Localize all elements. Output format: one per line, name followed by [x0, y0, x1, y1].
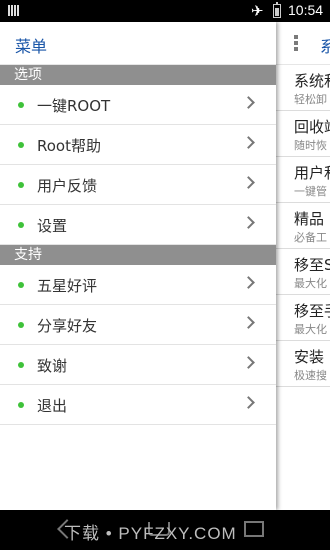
- chevron-right-icon: [242, 316, 255, 329]
- bullet-icon: [18, 282, 24, 288]
- menu-item-exit[interactable]: 退出: [0, 385, 276, 425]
- menu-item-rate[interactable]: 五星好评: [0, 265, 276, 305]
- panel-item-title: 精品: [294, 210, 325, 228]
- menu-item-settings[interactable]: 设置: [0, 205, 276, 245]
- menu-item-label: 一键ROOT: [37, 97, 111, 115]
- panel-item-subtitle: 极速搜: [294, 369, 327, 382]
- menu-item-label: 致谢: [37, 357, 68, 375]
- panel-item-subtitle: 最大化: [294, 323, 327, 336]
- navigation-drawer: 菜单 选项 一键ROOT Root帮助 用户反馈 设置 支持 五星好评 分享好友…: [0, 22, 276, 510]
- chevron-right-icon: [242, 136, 255, 149]
- chevron-right-icon: [242, 396, 255, 409]
- overflow-menu-icon[interactable]: [294, 35, 298, 52]
- menu-item-label: 分享好友: [37, 317, 98, 335]
- menu-item-thanks[interactable]: 致谢: [0, 345, 276, 385]
- chevron-right-icon: [242, 216, 255, 229]
- main-panel: 系 系统和 轻松卸 回收竡 随时恢 用户和 一键管 精品 必备工 移至S 最大化…: [276, 22, 330, 510]
- system-nav-bar: 下载 • PYFZXY.COM: [0, 510, 330, 550]
- menu-item-label: 退出: [37, 397, 68, 415]
- bullet-icon: [18, 142, 24, 148]
- panel-item-subtitle: 必备工: [294, 231, 327, 244]
- section-header-options: 选项: [0, 65, 276, 85]
- chevron-right-icon: [242, 176, 255, 189]
- panel-item-title: 用户和: [294, 164, 330, 182]
- panel-item[interactable]: 移至手 最大化: [276, 295, 330, 341]
- chevron-right-icon: [242, 356, 255, 369]
- recent-apps-icon[interactable]: [244, 521, 264, 537]
- airplane-icon: ✈: [251, 2, 264, 20]
- bullet-icon: [18, 102, 24, 108]
- panel-item[interactable]: 用户和 一键管: [276, 157, 330, 203]
- panel-item[interactable]: 回收竡 随时恢: [276, 111, 330, 157]
- menu-item-label: 五星好评: [37, 277, 98, 295]
- drawer-header: 菜单: [0, 22, 276, 65]
- panel-item-title: 安装: [294, 348, 325, 366]
- section-header-support: 支持: [0, 245, 276, 265]
- panel-item-title: 移至手: [294, 302, 330, 320]
- panel-item[interactable]: 精品 必备工: [276, 203, 330, 249]
- bullet-icon: [18, 322, 24, 328]
- chevron-right-icon: [242, 276, 255, 289]
- main-panel-title: 系: [320, 37, 330, 56]
- panel-item[interactable]: 移至S 最大化: [276, 249, 330, 295]
- menu-item-share[interactable]: 分享好友: [0, 305, 276, 345]
- panel-item-subtitle: 最大化: [294, 277, 327, 290]
- chevron-right-icon: [242, 96, 255, 109]
- menu-item-root-help[interactable]: Root帮助: [0, 125, 276, 165]
- menu-item-one-click-root[interactable]: 一键ROOT: [0, 85, 276, 125]
- bullet-icon: [18, 182, 24, 188]
- battery-icon: [273, 2, 281, 18]
- panel-item-subtitle: 随时恢: [294, 139, 327, 152]
- bullet-icon: [18, 402, 24, 408]
- panel-item-subtitle: 一键管: [294, 185, 327, 198]
- bullet-icon: [18, 222, 24, 228]
- panel-item[interactable]: 系统和 轻松卸: [276, 65, 330, 111]
- watermark: 下载 • PYFZXY.COM: [64, 524, 237, 543]
- panel-item-title: 系统和: [294, 72, 330, 90]
- menu-item-feedback[interactable]: 用户反馈: [0, 165, 276, 205]
- menu-item-label: 设置: [37, 217, 68, 235]
- status-bar: ✈ 10:54: [0, 0, 330, 22]
- menu-item-label: Root帮助: [37, 137, 101, 155]
- panel-item-title: 回收竡: [294, 118, 330, 136]
- panel-item[interactable]: 安装 极速搜: [276, 341, 330, 387]
- bullet-icon: [18, 362, 24, 368]
- drawer-title: 菜单: [15, 37, 48, 56]
- notification-icon: [8, 5, 20, 16]
- status-time: 10:54: [288, 2, 324, 18]
- panel-item-subtitle: 轻松卸: [294, 93, 327, 106]
- main-panel-header: 系: [276, 22, 330, 65]
- menu-item-label: 用户反馈: [37, 177, 98, 195]
- panel-item-title: 移至S: [294, 256, 330, 274]
